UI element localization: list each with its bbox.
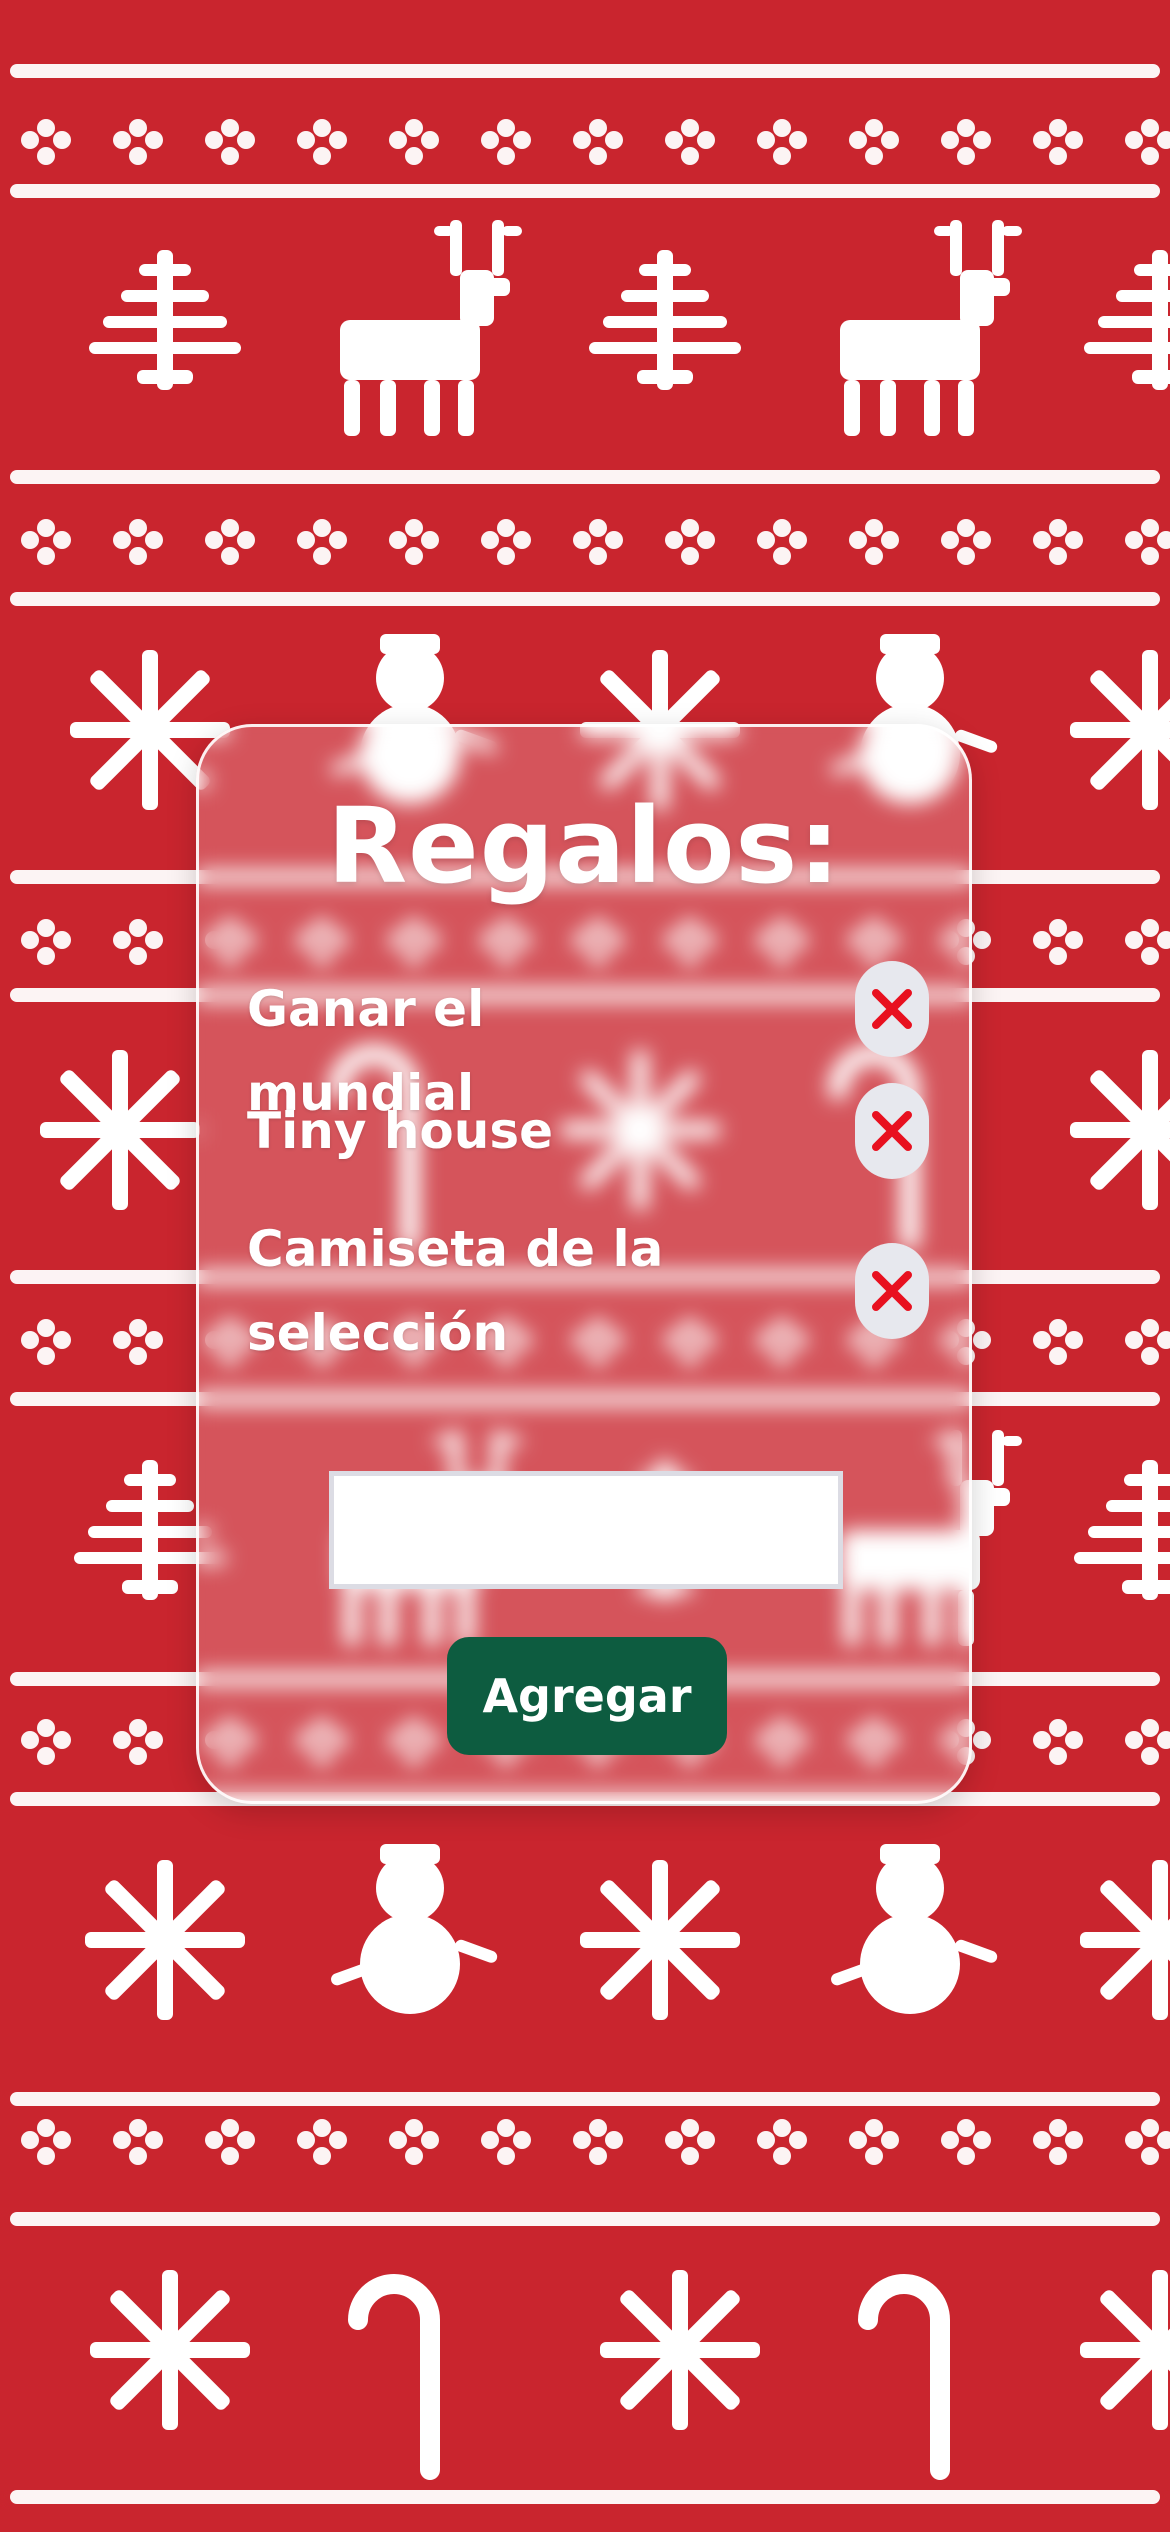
add-button[interactable]: Agregar <box>447 1637 727 1755</box>
delete-gift-button[interactable] <box>855 1243 929 1339</box>
x-icon <box>872 1111 912 1151</box>
gift-item-text: Tiny house <box>247 1102 554 1160</box>
delete-gift-button[interactable] <box>855 961 929 1057</box>
gift-list-card: Regalos: Ganar el mundial Tiny house Cam… <box>196 724 972 1804</box>
delete-gift-button[interactable] <box>855 1083 929 1179</box>
gift-item-text: Camiseta de la selección <box>247 1220 664 1362</box>
x-icon <box>872 989 912 1029</box>
gift-input[interactable] <box>329 1471 843 1589</box>
x-icon <box>872 1271 912 1311</box>
card-title: Regalos: <box>327 785 841 907</box>
